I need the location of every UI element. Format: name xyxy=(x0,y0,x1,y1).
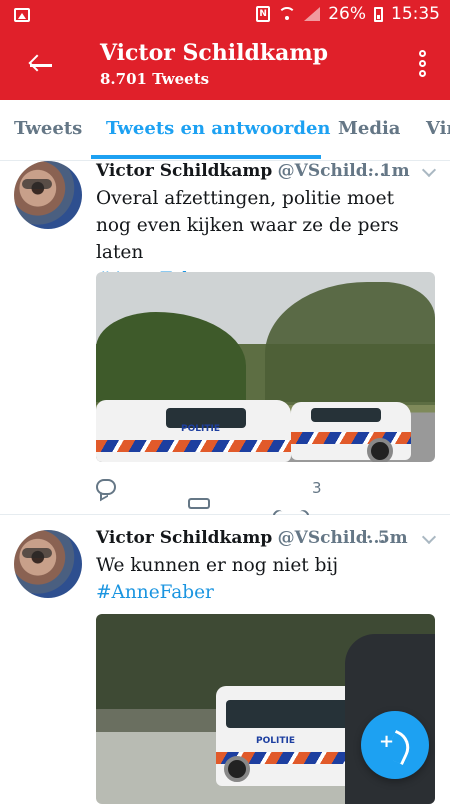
chevron-down-icon[interactable] xyxy=(421,162,437,178)
tweet-author-name[interactable]: Victor Schildkamp xyxy=(96,161,272,181)
hashtag-link[interactable]: #AnneFaber xyxy=(96,579,426,606)
signal-icon xyxy=(304,7,321,21)
compose-tweet-button[interactable]: + xyxy=(361,711,429,779)
tweet-photo[interactable]: POLITIE xyxy=(96,272,435,462)
chevron-down-icon[interactable] xyxy=(421,529,437,545)
reply-icon[interactable] xyxy=(96,479,116,495)
nfc-icon: N xyxy=(256,6,271,22)
back-arrow-icon[interactable] xyxy=(28,52,54,78)
app-bar: Victor Schildkamp 8.701 Tweets xyxy=(0,30,450,100)
police-label: POLITIE xyxy=(181,424,220,434)
avatar[interactable] xyxy=(14,161,82,229)
tab-media[interactable]: Media xyxy=(338,118,400,139)
gallery-icon xyxy=(14,8,30,22)
wifi-icon xyxy=(278,7,297,21)
tweet-text: We kunnen er nog niet bij #AnneFaber xyxy=(96,552,426,606)
retweet-icon[interactable] xyxy=(188,495,210,511)
battery-percent: 26% xyxy=(328,4,366,24)
tweet-timestamp: · 1m xyxy=(368,161,410,181)
active-tab-indicator xyxy=(91,155,321,159)
tweet-timestamp: · 5m xyxy=(366,528,408,548)
profile-tabs: Tweets Tweets en antwoorden Media Vind xyxy=(0,100,450,161)
tweet-author-name[interactable]: Victor Schildkamp xyxy=(96,528,272,548)
avatar[interactable] xyxy=(14,530,82,598)
like-count: 3 xyxy=(312,479,322,497)
police-label: POLITIE xyxy=(256,736,295,746)
tweet-count: 8.701 Tweets xyxy=(100,70,210,88)
page-title: Victor Schildkamp xyxy=(100,40,329,66)
battery-icon xyxy=(374,6,383,22)
more-options-icon[interactable] xyxy=(418,50,426,80)
clock: 15:35 xyxy=(391,4,440,24)
tab-likes[interactable]: Vind xyxy=(426,118,450,139)
tab-tweets-and-replies[interactable]: Tweets en antwoorden xyxy=(106,118,331,139)
tweet[interactable]: Victor Schildkamp @VSchild... · 1m Overa… xyxy=(0,161,450,545)
tab-tweets[interactable]: Tweets xyxy=(14,118,82,139)
tweet-actions: 3 xyxy=(96,479,396,545)
status-bar: N 26% 15:35 xyxy=(0,0,450,30)
